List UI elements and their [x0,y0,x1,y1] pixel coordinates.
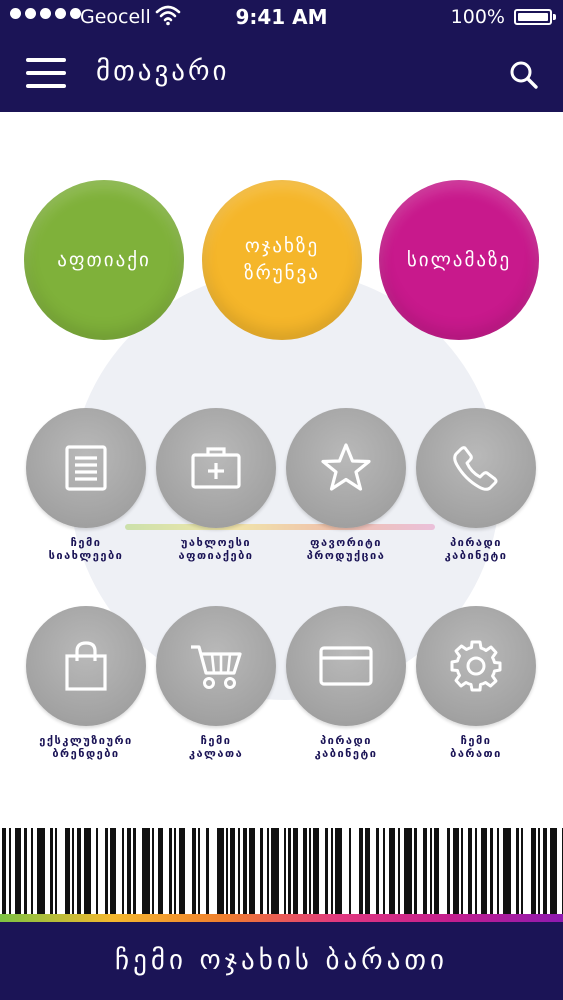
my-news-icon-circle [26,408,146,528]
my-card-settings-button[interactable]: ჩემი ბარათი [406,606,546,760]
battery-percent: 100% [450,6,505,28]
gear-icon [450,640,502,692]
exclusive-brands-button[interactable]: ექსკლუზიური ბრენდები [16,606,156,760]
list-document-icon [65,445,107,491]
category-family-care-label: ოჯახზე ზრუნვა [244,235,320,284]
nav-bar: მთავარი [0,34,563,112]
battery-icon [514,9,556,25]
my-card-settings-label: ჩემი ბარათი [450,734,502,760]
rainbow-stripe [0,914,563,922]
personal-cabinet-card-icon-circle [286,606,406,726]
category-beauty-button[interactable]: სილამაზე [379,180,539,340]
my-cart-icon-circle [156,606,276,726]
my-family-card-label: ჩემი ოჯახის ბარათი [115,945,448,976]
favorite-products-button[interactable]: ფავორიტი პროდუქცია [276,408,416,562]
exclusive-brands-label: ექსკლუზიური ბრენდები [39,734,133,760]
phone-icon [453,446,498,491]
personal-cabinet-card-label: პირადი კაბინეტი [314,734,378,760]
hamburger-menu-icon[interactable] [26,58,66,88]
personal-cabinet-phone-button[interactable]: პირადი კაბინეტი [406,408,546,562]
page-title: მთავარი [96,56,230,87]
personal-cabinet-phone-label: პირადი კაბინეტი [444,536,508,562]
shopping-cart-icon [191,645,242,689]
my-cart-button[interactable]: ჩემი კალათა [146,606,286,760]
my-card-settings-icon-circle [416,606,536,726]
my-news-label: ჩემი სიახლეები [48,536,124,562]
first-aid-kit-icon [191,447,241,489]
category-pharmacy-label: აფთიაქი [57,248,151,271]
nearest-pharmacies-icon-circle [156,408,276,528]
category-beauty-label: სილამაზე [406,248,512,271]
favorite-products-icon-circle [286,408,406,528]
category-pharmacy-button[interactable]: აფთიაქი [24,180,184,340]
search-icon[interactable] [509,60,539,90]
my-news-button[interactable]: ჩემი სიახლეები [16,408,156,562]
nearest-pharmacies-button[interactable]: უახლოესი აფთიაქები [146,408,286,562]
nearest-pharmacies-label: უახლოესი აფთიაქები [178,536,254,562]
personal-cabinet-card-button[interactable]: პირადი კაბინეტი [276,606,416,760]
star-icon [321,443,371,491]
status-bar: Geocell 9:41 AM 100% [0,0,563,34]
exclusive-brands-icon-circle [26,606,146,726]
my-family-card-button[interactable]: ჩემი ოჯახის ბარათი [0,922,563,1000]
personal-cabinet-phone-icon-circle [416,408,536,528]
barcode-image [2,828,563,914]
favorite-products-label: ფავორიტი პროდუქცია [306,536,386,562]
my-cart-label: ჩემი კალათა [188,734,244,760]
category-family-care-button[interactable]: ოჯახზე ზრუნვა [202,180,362,340]
shopping-bag-icon [65,641,107,691]
card-icon [319,646,373,686]
